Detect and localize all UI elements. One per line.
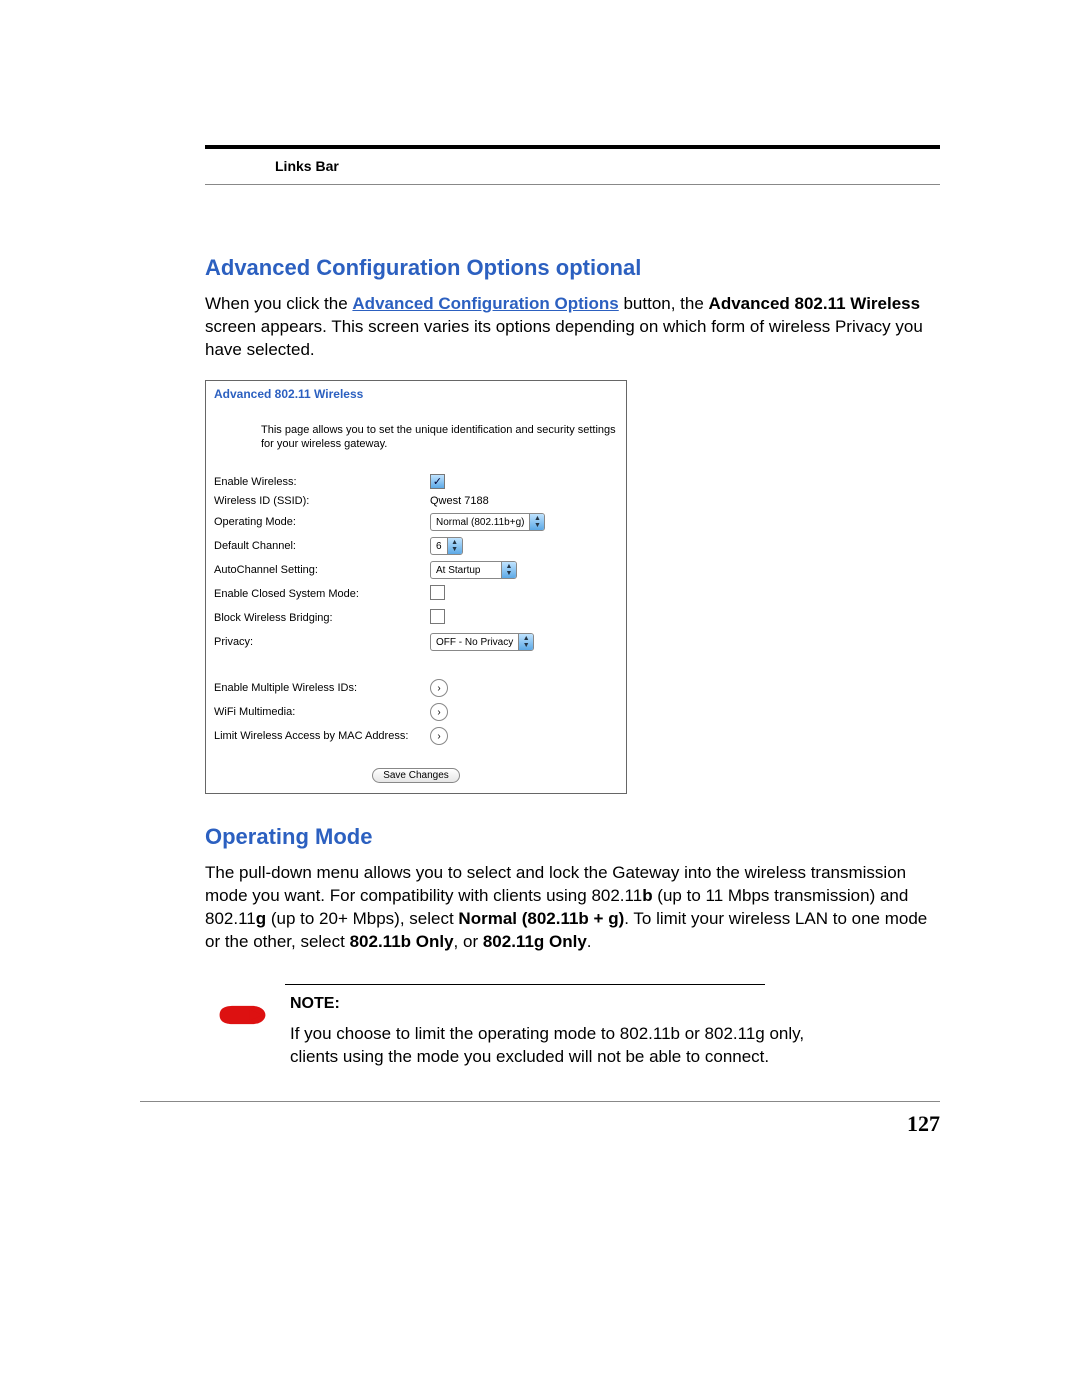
header-section-label: Links Bar [275,158,339,174]
chevron-updown-icon: ▲▼ [501,562,516,578]
default-channel-select[interactable]: 6 ▲▼ [430,537,463,555]
text-bold: Normal (802.11b + g) [458,909,624,928]
row-wifi-multimedia: WiFi Multimedia: › [206,700,626,724]
note-top-rule [285,984,765,985]
settings-table: Enable Wireless: ✓ Wireless ID (SSID): Q… [206,471,626,748]
label-multiple-ids: Enable Multiple Wireless IDs: [206,676,422,700]
text-bold: 802.11g Only [483,932,587,951]
text-fragment: screen appears. This screen varies its o… [205,317,923,359]
wireless-id-value: Qwest 7188 [430,495,489,507]
note-block: NOTE: If you choose to limit the operati… [215,995,940,1069]
operating-mode-value: Normal (802.11b+g) [431,517,529,528]
autochannel-value: At Startup [431,565,501,576]
note-heading: NOTE: [290,995,835,1013]
block-bridging-checkbox[interactable] [430,609,445,624]
note-content: NOTE: If you choose to limit the operati… [290,995,835,1069]
closed-system-checkbox[interactable] [430,585,445,600]
row-autochannel: AutoChannel Setting: At Startup ▲▼ [206,558,626,582]
label-mac-limit: Limit Wireless Access by MAC Address: [206,724,422,748]
autochannel-select[interactable]: At Startup ▲▼ [430,561,517,579]
row-multiple-ids: Enable Multiple Wireless IDs: › [206,676,626,700]
pointing-hand-icon [215,995,270,1040]
multiple-ids-expand-button[interactable]: › [430,679,448,697]
section-heading-advanced-config: Advanced Configuration Options optional [205,255,940,281]
chevron-updown-icon: ▲▼ [518,634,533,650]
text-fragment: (up to 20+ Mbps), select [266,909,458,928]
panel-description: This page allows you to set the unique i… [206,403,626,472]
advanced-wireless-panel: Advanced 802.11 Wireless This page allow… [205,380,627,795]
default-channel-value: 6 [431,541,447,552]
spacer-row [206,654,626,676]
text-fragment: , or [454,932,483,951]
text-bold: g [256,909,266,928]
footer-rule [140,1101,940,1102]
row-wireless-id: Wireless ID (SSID): Qwest 7188 [206,492,626,510]
row-operating-mode: Operating Mode: Normal (802.11b+g) ▲▼ [206,510,626,534]
label-closed-system: Enable Closed System Mode: [206,582,422,606]
chevron-updown-icon: ▲▼ [447,538,462,554]
label-enable-wireless: Enable Wireless: [206,471,422,492]
operating-mode-select[interactable]: Normal (802.11b+g) ▲▼ [430,513,545,531]
text-fragment: . [587,932,592,951]
text-fragment: button, the [619,294,709,313]
text-bold: 802.11b Only [350,932,454,951]
label-autochannel: AutoChannel Setting: [206,558,422,582]
row-privacy: Privacy: OFF - No Privacy ▲▼ [206,630,626,654]
section-heading-operating-mode: Operating Mode [205,824,940,850]
text-fragment: When you click the [205,294,352,313]
privacy-value: OFF - No Privacy [431,637,518,648]
chevron-updown-icon: ▲▼ [529,514,544,530]
note-text: If you choose to limit the operating mod… [290,1023,835,1069]
row-enable-wireless: Enable Wireless: ✓ [206,471,626,492]
document-page: Links Bar Advanced Configuration Options… [0,0,1080,1397]
label-operating-mode: Operating Mode: [206,510,422,534]
label-block-bridging: Block Wireless Bridging: [206,606,422,630]
panel-title: Advanced 802.11 Wireless [206,381,626,403]
row-mac-limit: Limit Wireless Access by MAC Address: › [206,724,626,748]
text-bold: Advanced 802.11 Wireless [709,294,921,313]
wifi-multimedia-expand-button[interactable]: › [430,703,448,721]
label-wifi-multimedia: WiFi Multimedia: [206,700,422,724]
row-default-channel: Default Channel: 6 ▲▼ [206,534,626,558]
label-wireless-id: Wireless ID (SSID): [206,492,422,510]
label-privacy: Privacy: [206,630,422,654]
row-closed-system: Enable Closed System Mode: [206,582,626,606]
enable-wireless-checkbox[interactable]: ✓ [430,474,445,489]
save-changes-button[interactable]: Save Changes [372,768,460,783]
row-block-bridging: Block Wireless Bridging: [206,606,626,630]
header-rule-light [205,184,940,185]
page-number: 127 [907,1111,940,1137]
header-rule-heavy [205,145,940,149]
section2-paragraph: The pull-down menu allows you to select … [205,862,940,954]
mac-limit-expand-button[interactable]: › [430,727,448,745]
privacy-select[interactable]: OFF - No Privacy ▲▼ [430,633,534,651]
advanced-config-options-link[interactable]: Advanced Configuration Options [352,294,618,313]
label-default-channel: Default Channel: [206,534,422,558]
panel-footer: Save Changes [206,748,626,793]
page-header: Links Bar [205,152,940,184]
text-bold: b [642,886,652,905]
section1-paragraph: When you click the Advanced Configuratio… [205,293,940,362]
